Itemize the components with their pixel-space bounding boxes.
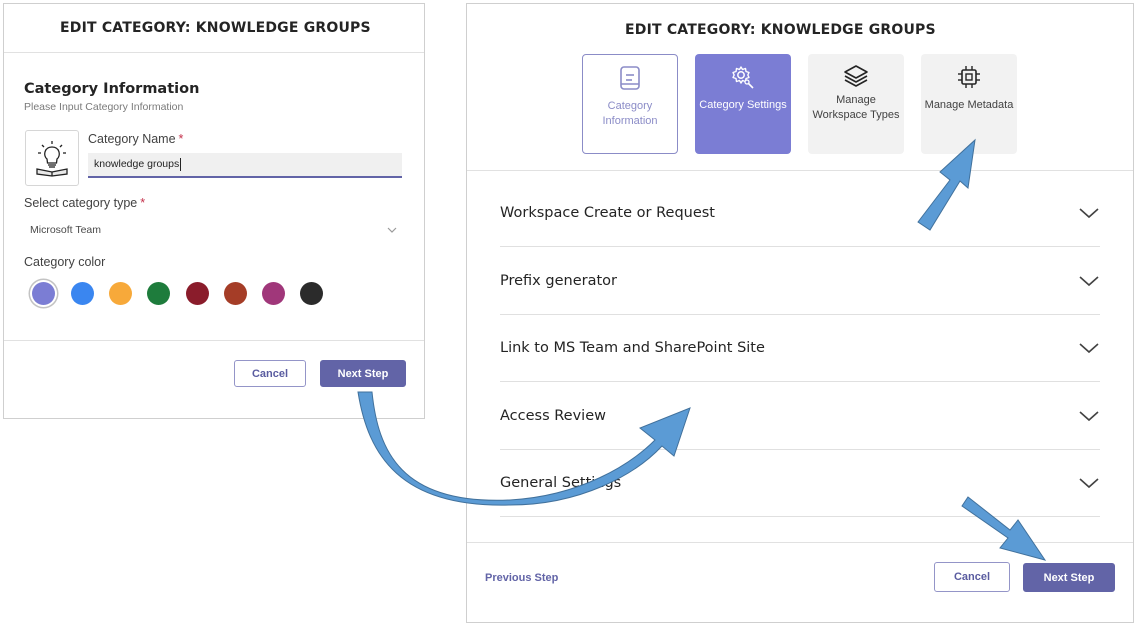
step-category-settings[interactable]: Category Settings	[695, 54, 791, 154]
cancel-button[interactable]: Cancel	[234, 360, 306, 387]
previous-step-link[interactable]: Previous Step	[485, 572, 558, 584]
color-swatch[interactable]	[300, 282, 323, 305]
category-type-label: Select category type *	[24, 196, 146, 210]
clipboard-icon	[620, 66, 640, 90]
accordion-item-label: General Settings	[500, 475, 622, 491]
footer-divider	[4, 340, 424, 341]
accordion-item[interactable]: General Settings	[500, 450, 1100, 517]
gear-icon	[732, 66, 754, 89]
accordion-item[interactable]: Access Review	[500, 383, 1100, 450]
cancel-button[interactable]: Cancel	[934, 562, 1010, 592]
chip-icon	[958, 66, 980, 88]
accordion-item-label: Link to MS Team and SharePoint Site	[500, 340, 765, 356]
dialog-title: EDIT CATEGORY: KNOWLEDGE GROUPS	[625, 22, 936, 38]
next-step-button[interactable]: Next Step	[320, 360, 406, 387]
color-swatch[interactable]	[71, 282, 94, 305]
category-settings-dialog: EDIT CATEGORY: KNOWLEDGE GROUPS Category…	[466, 3, 1134, 623]
color-swatch[interactable]	[186, 282, 209, 305]
layers-icon	[844, 65, 868, 87]
accordion-item-label: Workspace Create or Request	[500, 205, 715, 221]
color-swatch[interactable]	[224, 282, 247, 305]
category-type-select[interactable]: Microsoft Team	[24, 218, 402, 242]
category-name-label: Category Name *	[88, 132, 184, 146]
color-swatch[interactable]	[147, 282, 170, 305]
chevron-down-icon	[387, 227, 397, 233]
category-information-dialog: EDIT CATEGORY: KNOWLEDGE GROUPS Category…	[3, 3, 425, 419]
chevron-down-icon	[1079, 343, 1099, 354]
steps-divider	[467, 170, 1133, 171]
accordion-item[interactable]: Prefix generator	[500, 248, 1100, 315]
accordion-item-label: Prefix generator	[500, 272, 617, 289]
step-category-information[interactable]: Category Information	[582, 54, 678, 154]
lightbulb-book-icon[interactable]	[25, 130, 79, 186]
footer-divider	[467, 542, 1133, 543]
color-swatch[interactable]	[262, 282, 285, 305]
next-step-button[interactable]: Next Step	[1023, 563, 1115, 592]
chevron-down-icon	[1079, 208, 1099, 219]
category-color-label: Category color	[24, 255, 106, 269]
step-manage-metadata[interactable]: Manage Metadata	[921, 54, 1017, 154]
step-label: Category Information	[602, 100, 658, 127]
accordion-item[interactable]: Link to MS Team and SharePoint Site	[500, 315, 1100, 382]
step-manage-workspace-types[interactable]: Manage Workspace Types	[808, 54, 904, 154]
accordion-item[interactable]: Workspace Create or Request	[500, 180, 1100, 247]
accordion-item-label: Access Review	[500, 407, 606, 424]
color-swatch[interactable]	[32, 282, 55, 305]
section-subtitle: Please Input Category Information	[24, 101, 184, 113]
step-label: Category Settings	[699, 99, 787, 111]
step-label: Manage Metadata	[924, 99, 1014, 111]
title-divider	[4, 52, 424, 53]
step-label: Manage Workspace Types	[812, 94, 900, 121]
chevron-down-icon	[1079, 478, 1099, 489]
chevron-down-icon	[1079, 275, 1099, 286]
chevron-down-icon	[1079, 410, 1099, 421]
category-name-input[interactable]: knowledge groups	[88, 153, 402, 178]
color-swatch[interactable]	[109, 282, 132, 305]
dialog-title: EDIT CATEGORY: KNOWLEDGE GROUPS	[60, 20, 371, 36]
section-title: Category Information	[24, 81, 200, 97]
